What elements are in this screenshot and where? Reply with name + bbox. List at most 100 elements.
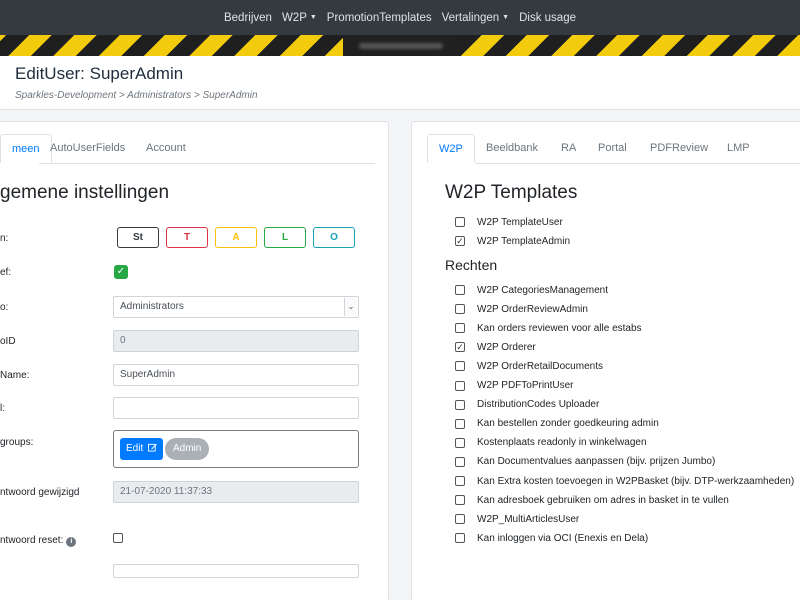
checkbox-label: W2P TemplateUser — [477, 216, 563, 228]
letter-button-a[interactable]: A — [215, 227, 257, 248]
password-changed-field: 21-07-2020 11:37:33 — [113, 481, 359, 503]
blurred-environment-name — [359, 42, 443, 49]
caret-down-icon: ▼ — [309, 13, 317, 21]
page-title: EditUser: SuperAdmin — [15, 64, 184, 83]
email-input[interactable] — [113, 397, 359, 419]
edit-icon — [148, 443, 157, 452]
checkbox[interactable] — [455, 361, 465, 372]
checkbox[interactable] — [455, 418, 465, 429]
letter-button-st[interactable]: St — [117, 227, 159, 248]
general-settings-title: gemene instellingen — [0, 182, 170, 203]
checkbox[interactable] — [455, 399, 465, 410]
checkbox-row[interactable]: Kan orders reviewen voor alle estabs — [455, 321, 642, 335]
checkbox-row[interactable]: W2P PDFToPrintUser — [455, 379, 574, 393]
checkbox-row[interactable]: Kostenplaats readonly in winkelwagen — [455, 436, 647, 450]
checkbox-label: Kan bestellen zonder goedkeuring admin — [477, 418, 659, 430]
checkbox-label: Kan inloggen via OCI (Enexis en Dela) — [477, 532, 649, 544]
checkbox-label: W2P Orderer — [477, 341, 536, 353]
tab-divider — [39, 163, 375, 164]
checkbox[interactable] — [455, 217, 465, 227]
checkbox-label: DistributionCodes Uploader — [477, 399, 600, 411]
checkbox-row[interactable]: Kan inloggen via OCI (Enexis en Dela) — [455, 531, 648, 545]
nav-bedrijven[interactable]: Bedrijven — [219, 12, 277, 24]
checkbox[interactable] — [455, 304, 465, 315]
password-reset-checkbox[interactable] — [113, 533, 123, 543]
nav-vertalingen[interactable]: Vertalingen ▼ — [437, 12, 514, 24]
tab-account[interactable]: Account — [135, 134, 197, 163]
checkbox-row[interactable]: W2P OrderRetailDocuments — [455, 359, 603, 373]
tab-w2p[interactable]: W2P — [427, 134, 475, 163]
checkbox[interactable] — [455, 285, 465, 295]
info-icon[interactable]: i — [66, 537, 77, 547]
caret-down-icon: ▼ — [502, 13, 510, 21]
checkbox-row[interactable]: W2P CategoriesManagement — [455, 283, 608, 297]
page-header: EditUser: SuperAdmin Sparkles-Developmen… — [0, 56, 800, 110]
checkbox-label: W2P OrderReviewAdmin — [477, 303, 588, 315]
tab-pdfreview[interactable]: PDFReview — [639, 134, 719, 163]
usergroup-tag-admin[interactable]: Admin — [165, 438, 210, 460]
email-label: l: — [0, 403, 5, 414]
password-changed-label: ntwoord gewijzigd — [0, 487, 80, 498]
checkbox-label: Kan Extra kosten toevoegen in W2PBasket … — [477, 475, 795, 487]
username-label: Name: — [0, 370, 30, 381]
tab-beeldbank[interactable]: Beeldbank — [475, 134, 549, 163]
checkbox-checked[interactable]: ✓ — [455, 342, 465, 353]
checkbox[interactable] — [455, 495, 465, 506]
group-label: o: — [0, 302, 9, 313]
checkbox-row[interactable]: Kan adresboek gebruiken om adres in bask… — [455, 493, 729, 507]
password-reset-label: ntwoord reset: i — [0, 535, 77, 547]
checkbox-row[interactable]: DistributionCodes Uploader — [455, 398, 599, 412]
checkbox[interactable] — [455, 380, 465, 391]
letter-button-l[interactable]: L — [264, 227, 306, 248]
checkbox[interactable] — [455, 323, 465, 334]
checkbox-checked[interactable]: ✓ — [455, 236, 465, 246]
checkbox-row[interactable]: W2P_MultiArticlesUser — [455, 512, 579, 526]
checkbox-row[interactable]: Kan Extra kosten toevoegen in W2PBasket … — [455, 474, 794, 488]
group-id-field: 0 — [113, 330, 359, 352]
w2p-templates-title: W2P Templates — [445, 182, 578, 203]
usergroups-box: Edit Admin — [113, 430, 359, 468]
active-label: ef: — [0, 267, 12, 278]
tab-portal[interactable]: Portal — [587, 134, 638, 163]
letter-button-t[interactable]: T — [166, 227, 208, 248]
nav-w2p[interactable]: W2P ▼ — [277, 12, 322, 24]
checkbox-label: W2P_MultiArticlesUser — [477, 513, 580, 525]
tab-autouserfields[interactable]: AutoUserFields — [39, 134, 136, 163]
edit-usergroups-button[interactable]: Edit — [120, 438, 164, 460]
environment-badge — [343, 35, 459, 56]
usergroups-label: groups: — [0, 437, 34, 448]
checkbox[interactable] — [455, 437, 465, 448]
active-checkbox[interactable]: ✓ — [114, 265, 128, 279]
checkbox[interactable] — [455, 476, 465, 486]
letter-button-o[interactable]: O — [313, 227, 355, 248]
chevron-down-icon: ⌄ — [344, 298, 357, 316]
partial-input[interactable] — [113, 564, 359, 578]
checkbox-row[interactable]: W2P OrderReviewAdmin — [455, 302, 588, 316]
checkbox-label: Kan orders reviewen voor alle estabs — [477, 322, 642, 334]
checkbox-label: W2P CategoriesManagement — [477, 284, 608, 296]
username-input[interactable]: SuperAdmin — [113, 364, 359, 386]
checkbox[interactable] — [455, 514, 465, 525]
checkbox-label: W2P TemplateAdmin — [477, 235, 571, 247]
checkbox-label: W2P PDFToPrintUser — [477, 380, 574, 391]
checkbox-row[interactable]: Kan bestellen zonder goedkeuring admin — [455, 417, 659, 431]
checkbox-row[interactable]: ✓ W2P TemplateAdmin — [455, 234, 570, 248]
checkbox-row[interactable]: ✓ W2P Orderer — [455, 340, 536, 354]
checkbox[interactable] — [455, 533, 465, 544]
tab-lmp[interactable]: LMP — [716, 134, 761, 163]
checkbox-row[interactable]: W2P TemplateUser — [455, 215, 563, 229]
nav-promotiontemplates[interactable]: PromotionTemplates — [322, 12, 437, 24]
checkbox[interactable] — [455, 456, 465, 467]
group-id-label: oID — [0, 336, 16, 347]
checkbox-label: Kostenplaats readonly in winkelwagen — [477, 437, 647, 449]
checkbox-label: W2P OrderRetailDocuments — [477, 360, 603, 372]
breadcrumb: Sparkles-Development > Administrators > … — [15, 90, 258, 101]
letters-label: n: — [0, 233, 9, 244]
group-select[interactable]: Administrators ⌄ — [113, 296, 359, 318]
nav-disk-usage[interactable]: Disk usage — [514, 12, 581, 24]
top-navbar: Bedrijven W2P ▼ PromotionTemplates Vertal… — [0, 0, 800, 35]
tab-ra[interactable]: RA — [550, 134, 587, 163]
checkbox-row[interactable]: Kan Documentvalues aanpassen (bijv. prij… — [455, 455, 715, 469]
checkbox-label: Kan adresboek gebruiken om adres in bask… — [477, 494, 729, 506]
tab-divider — [475, 163, 800, 164]
